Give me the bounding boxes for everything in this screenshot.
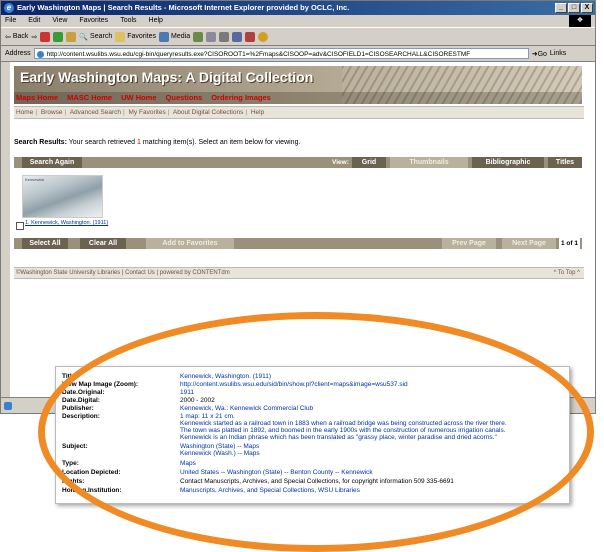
ie-logo-icon: e (4, 3, 14, 13)
toolbar: ⇦ Back ⇨ 🔍 Search Favorites Media (1, 28, 595, 46)
edit-button[interactable] (232, 31, 243, 42)
menu-file[interactable]: File (5, 15, 16, 27)
refresh-button[interactable] (53, 31, 64, 42)
select-all-button[interactable]: Select All (22, 238, 68, 249)
menu-edit[interactable]: Edit (28, 15, 40, 27)
mail-button[interactable] (206, 31, 217, 42)
nav-ordering-images[interactable]: Ordering Images (211, 92, 271, 104)
star-icon (115, 31, 126, 42)
action-bar: Select All Clear All Add to Favorites Pr… (14, 238, 582, 249)
discuss-icon (245, 31, 256, 42)
window-controls: _ □ X (555, 3, 593, 13)
page-content: Early Washington Maps: A Digital Collect… (10, 62, 595, 397)
media-icon (159, 31, 170, 42)
view-grid-button[interactable]: Grid (352, 157, 386, 168)
messenger-icon (258, 31, 269, 42)
nav-masc-home[interactable]: MASC Home (67, 92, 112, 104)
page-footer: ©Washington State University Libraries |… (14, 267, 584, 279)
history-icon (193, 31, 204, 42)
menu-help[interactable]: Help (149, 15, 163, 27)
back-button[interactable]: ⇦ Back (5, 33, 28, 41)
forward-button[interactable]: ⇨ (31, 33, 37, 41)
edit-icon (232, 31, 243, 42)
print-icon (219, 31, 230, 42)
footer-text: ©Washington State University Libraries |… (16, 270, 230, 276)
subnav-advanced-search[interactable]: Advanced Search (70, 109, 121, 116)
view-bibliographic-button[interactable]: Bibliographic (472, 157, 544, 168)
home-icon (66, 31, 77, 42)
nav-uw-home[interactable]: UW Home (121, 92, 156, 104)
browser-window: e Early Washington Maps | Search Results… (0, 0, 596, 414)
banner-nav: Maps Home MASC Home UW Home Questions Or… (14, 92, 582, 104)
collection-title: Early Washington Maps: A Digital Collect… (20, 69, 314, 85)
next-page-button[interactable]: Next Page (502, 238, 556, 249)
forward-arrow-icon: ⇨ (31, 33, 38, 41)
favorites-button[interactable]: Favorites (115, 31, 156, 42)
collection-banner: Early Washington Maps: A Digital Collect… (14, 66, 582, 104)
title-bar: e Early Washington Maps | Search Results… (1, 1, 595, 15)
page-indicator: 1 of 1 (559, 238, 580, 249)
subnav-my-favorites[interactable]: My Favorites (129, 109, 166, 116)
view-bar: Search Again View: Grid Thumbnails Bibli… (14, 157, 582, 168)
address-label: Address (5, 50, 31, 57)
subnav-home[interactable]: Home (16, 109, 33, 116)
search-again-button[interactable]: Search Again (22, 157, 82, 168)
links-button[interactable]: Links (550, 50, 566, 57)
window-title: Early Washington Maps | Search Results -… (17, 3, 350, 12)
messenger-button[interactable] (258, 31, 269, 42)
nav-maps-home[interactable]: Maps Home (16, 92, 58, 104)
metadata-callout: Title: Kennewick, Washington. (1911) View… (55, 366, 570, 504)
menu-tools[interactable]: Tools (120, 15, 136, 27)
close-button[interactable]: X (581, 3, 593, 13)
subnav-help[interactable]: Help (251, 109, 264, 116)
refresh-icon (53, 31, 64, 42)
address-input[interactable]: http://content.wsulibs.wsu.edu/cgi-bin/q… (33, 48, 529, 59)
print-button[interactable] (219, 31, 230, 42)
result-count: 1 (136, 139, 141, 146)
search-icon: 🔍 (79, 33, 89, 41)
stop-icon (40, 31, 51, 42)
home-button[interactable] (66, 31, 77, 42)
map-thumbnail[interactable]: Kennewick (22, 175, 103, 218)
results-summary: Search Results: Your search retrieved 1 … (14, 139, 301, 146)
subnav-browse[interactable]: Browse (41, 109, 63, 116)
prev-page-button[interactable]: Prev Page (442, 238, 496, 249)
stop-button[interactable] (40, 31, 51, 42)
view-label: View: (332, 159, 349, 166)
menu-favorites[interactable]: Favorites (79, 15, 108, 27)
address-bar: Address http://content.wsulibs.wsu.edu/c… (1, 46, 595, 62)
nav-questions[interactable]: Questions (166, 92, 203, 104)
view-thumbnails-button[interactable]: Thumbnails (390, 157, 468, 168)
subnav-about[interactable]: About Digital Collections (173, 109, 243, 116)
minimize-button[interactable]: _ (555, 3, 567, 13)
history-button[interactable] (193, 31, 204, 42)
menu-bar: File Edit View Favorites Tools Help (1, 15, 595, 28)
menu-view[interactable]: View (52, 15, 67, 27)
item-title-link[interactable]: 1. Kennewick, Washington. (1911) (25, 220, 108, 226)
page-status-icon (4, 402, 12, 410)
view-titles-button[interactable]: Titles (548, 157, 582, 168)
search-button[interactable]: 🔍 Search (79, 33, 112, 41)
mail-icon (206, 31, 217, 42)
maximize-button[interactable]: □ (568, 3, 580, 13)
to-top-link[interactable]: ^ To Top ^ (554, 268, 580, 278)
back-arrow-icon: ⇦ (5, 33, 11, 41)
thumbnail-label: Kennewick (25, 177, 45, 182)
add-to-favorites-button[interactable]: Add to Favorites (146, 238, 234, 249)
go-button[interactable]: ➜Go (532, 50, 547, 58)
discuss-button[interactable] (245, 31, 256, 42)
sub-navigation: Home | Browse | Advanced Search | My Favori… (14, 106, 584, 119)
media-button[interactable]: Media (159, 31, 190, 42)
windows-logo-icon: ❖ (569, 15, 591, 27)
item-checkbox[interactable] (16, 222, 24, 230)
clear-all-button[interactable]: Clear All (80, 238, 126, 249)
